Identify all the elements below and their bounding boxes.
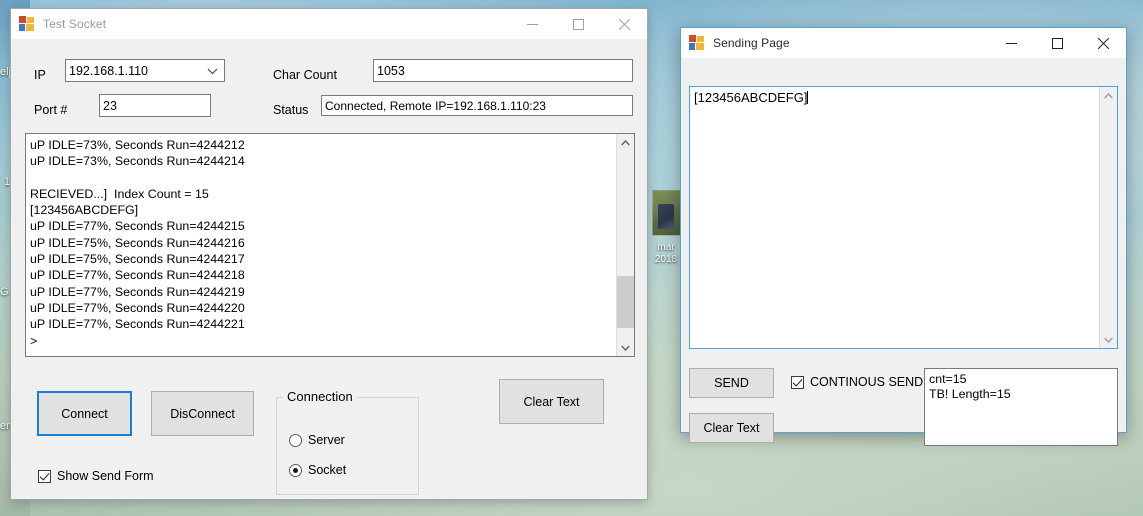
checkbox-check-icon <box>38 470 51 483</box>
vb-form-icon <box>689 35 705 51</box>
chevron-down-icon[interactable] <box>207 64 218 78</box>
char-count-label: Char Count <box>273 68 337 82</box>
port-input[interactable]: 23 <box>99 94 211 117</box>
ip-label: IP <box>34 68 46 82</box>
radio-selected-icon <box>289 464 302 477</box>
vb-form-icon <box>19 16 35 32</box>
close-icon[interactable] <box>1080 28 1126 58</box>
log-textarea-content: uP IDLE=73%, Seconds Run=4244212 uP IDLE… <box>30 137 614 349</box>
send-scrollbar[interactable] <box>1099 87 1117 348</box>
ip-combobox-value: 192.168.1.110 <box>69 64 148 78</box>
status-input[interactable]: Connected, Remote IP=192.168.1.110:23 <box>321 95 633 116</box>
send-textarea[interactable]: [123456ABCDEFG] <box>689 86 1118 349</box>
radio-server-label: Server <box>308 433 345 447</box>
status-label: Status <box>273 103 308 117</box>
char-count-input[interactable]: 1053 <box>373 59 633 82</box>
sending-page-title: Sending Page <box>713 36 790 50</box>
sending-clear-text-button[interactable]: Clear Text <box>689 413 774 443</box>
minimize-icon[interactable] <box>509 9 555 39</box>
test-socket-title: Test Socket <box>43 17 106 31</box>
scroll-up-icon[interactable] <box>1100 87 1117 104</box>
close-icon[interactable] <box>601 9 647 39</box>
sending-page-titlebar[interactable]: Sending Page <box>681 28 1126 58</box>
disconnect-button[interactable]: DisConnect <box>151 391 254 436</box>
show-send-form-label: Show Send Form <box>57 469 154 483</box>
maximize-icon[interactable] <box>555 9 601 39</box>
test-socket-window[interactable]: Test Socket IP 192.168.1.110 Port # 23 <box>10 8 648 500</box>
connection-groupbox-title: Connection <box>283 389 357 404</box>
minimize-icon[interactable] <box>988 28 1034 58</box>
send-textarea-value: [123456ABCDEFG] <box>694 90 807 105</box>
radio-socket[interactable]: Socket <box>289 463 346 477</box>
radio-socket-label: Socket <box>308 463 346 477</box>
scroll-down-icon[interactable] <box>617 339 634 356</box>
send-button[interactable]: SEND <box>689 368 774 398</box>
test-socket-titlebar[interactable]: Test Socket <box>11 9 647 39</box>
continuous-send-checkbox[interactable]: CONTINOUS SEND <box>791 375 923 389</box>
maximize-icon[interactable] <box>1034 28 1080 58</box>
show-send-form-checkbox[interactable]: Show Send Form <box>38 469 154 483</box>
radio-unselected-icon <box>289 434 302 447</box>
ip-combobox[interactable]: 192.168.1.110 <box>65 59 225 82</box>
connect-button[interactable]: Connect <box>37 391 132 436</box>
sending-page-window[interactable]: Sending Page [123456ABCDEFG] <box>680 27 1127 433</box>
log-scroll-thumb[interactable] <box>617 276 634 328</box>
clear-text-button[interactable]: Clear Text <box>499 379 604 424</box>
send-textarea-content: [123456ABCDEFG] <box>694 90 1097 106</box>
checkbox-check-icon <box>791 376 804 389</box>
test-socket-client-area: IP 192.168.1.110 Port # 23 Char Count 10… <box>11 39 647 499</box>
radio-server[interactable]: Server <box>289 433 345 447</box>
info-textarea[interactable]: cnt=15 TB! Length=15 <box>924 368 1118 446</box>
log-scrollbar[interactable] <box>616 134 634 356</box>
scroll-down-icon[interactable] <box>1100 331 1117 348</box>
test-socket-caption-buttons[interactable] <box>509 9 647 39</box>
continuous-send-label: CONTINOUS SEND <box>810 375 923 389</box>
sending-page-caption-buttons[interactable] <box>988 28 1126 58</box>
info-textarea-content: cnt=15 TB! Length=15 <box>929 372 1113 402</box>
text-caret <box>807 91 808 104</box>
scroll-up-icon[interactable] <box>617 134 634 151</box>
log-textarea[interactable]: uP IDLE=73%, Seconds Run=4244212 uP IDLE… <box>25 133 635 357</box>
port-label: Port # <box>34 103 67 117</box>
sending-page-client-area: [123456ABCDEFG] SEND Clear Text CONTINOU… <box>681 58 1126 432</box>
